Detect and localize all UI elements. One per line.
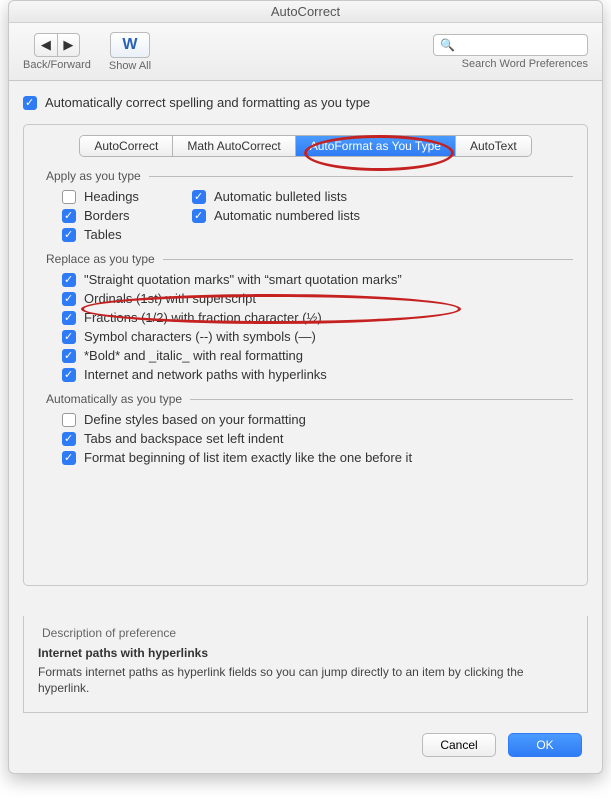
description-text: Formats internet paths as hyperlink fiel… <box>38 664 573 696</box>
section-replace-header: Replace as you type <box>46 252 573 266</box>
master-autocorrect-label: Automatically correct spelling and forma… <box>45 95 370 110</box>
checkbox-tables[interactable] <box>62 228 76 242</box>
checkbox-numbered-lists[interactable] <box>192 209 206 223</box>
cancel-button[interactable]: Cancel <box>422 733 496 757</box>
back-forward-group: ◀ ▶ Back/Forward <box>23 33 91 71</box>
body-area: Automatically correct spelling and forma… <box>9 81 602 586</box>
label-bulleted-lists: Automatic bulleted lists <box>214 189 347 204</box>
forward-button[interactable]: ▶ <box>57 34 79 56</box>
checkbox-symbols[interactable] <box>62 330 76 344</box>
section-auto-header: Automatically as you type <box>46 392 573 406</box>
options-panel: AutoCorrect Math AutoCorrect AutoFormat … <box>23 124 588 586</box>
checkbox-internet-paths[interactable] <box>62 368 76 382</box>
preferences-window: AutoCorrect ◀ ▶ Back/Forward W Show All … <box>8 0 603 774</box>
checkbox-tabs-backspace[interactable] <box>62 432 76 446</box>
label-format-list-item: Format beginning of list item exactly li… <box>84 450 412 465</box>
window-title: AutoCorrect <box>271 4 340 19</box>
search-input[interactable] <box>459 38 581 52</box>
label-headings: Headings <box>84 189 139 204</box>
window-titlebar: AutoCorrect <box>9 1 602 23</box>
triangle-left-icon: ◀ <box>41 37 51 53</box>
master-autocorrect-checkbox[interactable] <box>23 96 37 110</box>
show-all-group: W Show All <box>109 32 151 72</box>
footer-buttons: Cancel OK <box>422 733 582 757</box>
checkbox-format-list-item[interactable] <box>62 451 76 465</box>
tab-autoformat-as-you-type[interactable]: AutoFormat as You Type <box>296 136 456 156</box>
search-label: Search Word Preferences <box>462 58 588 70</box>
master-autocorrect-row: Automatically correct spelling and forma… <box>23 95 588 110</box>
label-tables: Tables <box>84 227 122 242</box>
tab-math-autocorrect[interactable]: Math AutoCorrect <box>173 136 295 156</box>
checkbox-smart-quotes[interactable] <box>62 273 76 287</box>
word-icon: W <box>122 36 137 54</box>
tab-autotext[interactable]: AutoText <box>456 136 531 156</box>
label-smart-quotes: "Straight quotation marks" with “smart q… <box>84 272 402 287</box>
label-symbols: Symbol characters (--) with symbols (—) <box>84 329 316 344</box>
segmented-tabs: AutoCorrect Math AutoCorrect AutoFormat … <box>79 135 531 157</box>
section-apply-header: Apply as you type <box>46 169 573 183</box>
ok-button[interactable]: OK <box>508 733 582 757</box>
back-forward-buttons: ◀ ▶ <box>34 33 80 57</box>
checkbox-ordinals[interactable] <box>62 292 76 306</box>
search-icon: 🔍 <box>440 38 455 52</box>
label-fractions: Fractions (1/2) with fraction character … <box>84 310 322 325</box>
label-define-styles: Define styles based on your formatting <box>84 412 306 427</box>
triangle-right-icon: ▶ <box>63 37 73 53</box>
apply-options: Headings Automatic bulleted lists Border… <box>62 189 573 242</box>
label-bold-italic: *Bold* and _italic_ with real formatting <box>84 348 303 363</box>
tab-autocorrect[interactable]: AutoCorrect <box>80 136 173 156</box>
checkbox-define-styles[interactable] <box>62 413 76 427</box>
back-forward-label: Back/Forward <box>23 59 91 71</box>
label-ordinals: Ordinals (1st) with superscript <box>84 291 256 306</box>
checkbox-fractions[interactable] <box>62 311 76 325</box>
back-button[interactable]: ◀ <box>35 34 57 56</box>
show-all-label: Show All <box>109 60 151 72</box>
toolbar: ◀ ▶ Back/Forward W Show All 🔍 Search Wor… <box>9 23 602 81</box>
checkbox-bulleted-lists[interactable] <box>192 190 206 204</box>
label-tabs-backspace: Tabs and backspace set left indent <box>84 431 283 446</box>
label-borders: Borders <box>84 208 130 223</box>
search-group: 🔍 Search Word Preferences <box>433 34 588 70</box>
description-panel: Description of preference Internet paths… <box>23 616 588 713</box>
label-numbered-lists: Automatic numbered lists <box>214 208 360 223</box>
checkbox-headings[interactable] <box>62 190 76 204</box>
show-all-button[interactable]: W <box>110 32 150 58</box>
search-box[interactable]: 🔍 <box>433 34 588 56</box>
checkbox-borders[interactable] <box>62 209 76 223</box>
label-internet-paths: Internet and network paths with hyperlin… <box>84 367 327 382</box>
description-header: Description of preference <box>38 626 573 640</box>
description-title: Internet paths with hyperlinks <box>38 646 573 660</box>
checkbox-bold-italic[interactable] <box>62 349 76 363</box>
auto-options: Define styles based on your formatting T… <box>62 412 573 465</box>
replace-options: "Straight quotation marks" with “smart q… <box>62 272 573 382</box>
